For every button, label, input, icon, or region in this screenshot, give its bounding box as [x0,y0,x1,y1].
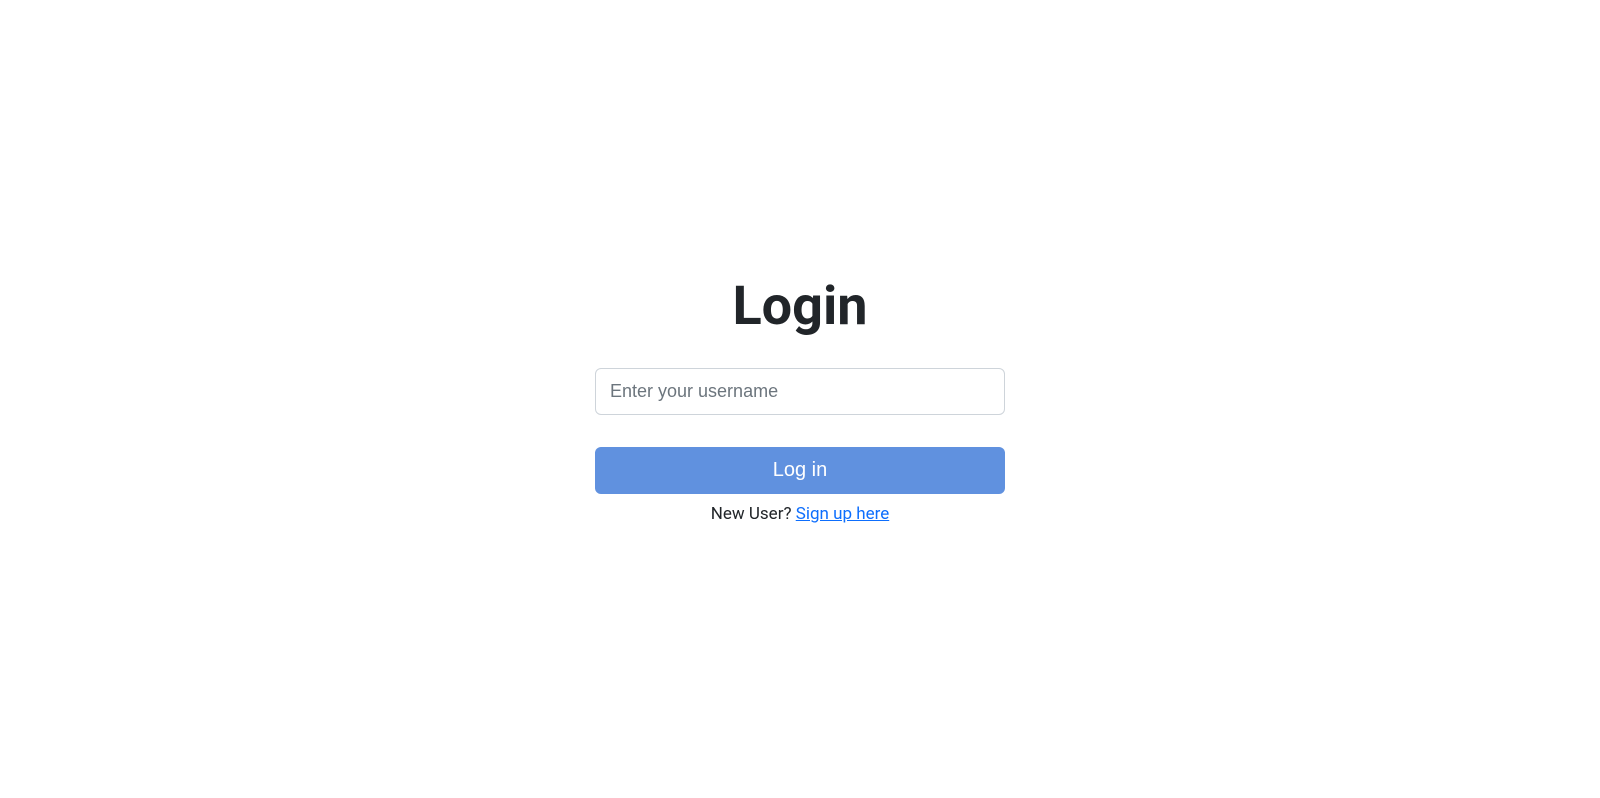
signup-prompt: New User? [711,504,796,524]
login-button[interactable]: Log in [595,447,1005,494]
signup-row: New User? Sign up here [595,504,1005,524]
username-input[interactable] [595,368,1005,415]
signup-link[interactable]: Sign up here [796,504,890,524]
login-title: Login [595,275,1005,338]
login-form: Login Log in New User? Sign up here [595,275,1005,524]
